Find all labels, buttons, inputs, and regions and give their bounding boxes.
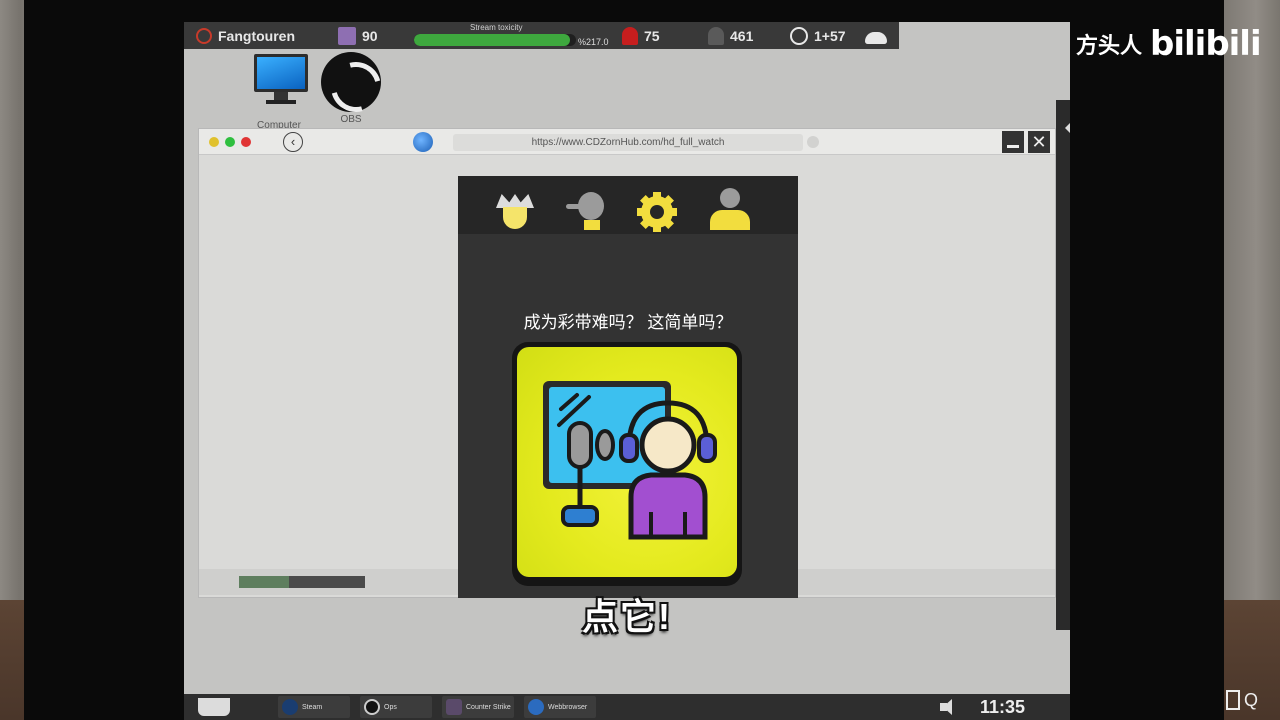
- jester-icon: [496, 194, 534, 208]
- stream-hud: Fangtouren 90 Stream toxicity %217.0 75 …: [184, 22, 899, 49]
- taskbar-app-ops[interactable]: Ops: [360, 696, 432, 718]
- hud-time: 1+57: [790, 26, 846, 46]
- counter-strike-icon: [446, 699, 462, 715]
- popup-tabs: [458, 176, 798, 234]
- video-progress-bar[interactable]: [239, 576, 365, 588]
- tab-jester[interactable]: [492, 186, 538, 232]
- taskbar-clock: 11:35: [980, 697, 1026, 717]
- streamer-microphone-headset-icon: [517, 347, 737, 577]
- taskbar-app-label: Webbrowser: [548, 703, 588, 711]
- gear-icon: [637, 192, 677, 232]
- desktop-icon-computer[interactable]: Computer: [244, 52, 314, 131]
- hud-viewers: 75: [622, 26, 660, 46]
- day-time: 1+57: [814, 28, 846, 44]
- start-button[interactable]: [198, 698, 230, 716]
- hud-channel: Fangtouren: [196, 26, 295, 46]
- jester-face: [503, 207, 527, 229]
- globe-icon: [528, 699, 544, 715]
- viewer-count: 75: [644, 28, 660, 44]
- back-button[interactable]: ‹: [283, 132, 303, 152]
- taskbar-app-label: Steam: [302, 703, 323, 711]
- follower-count: 461: [730, 28, 754, 44]
- emote-icon: [338, 27, 356, 45]
- minimize-button[interactable]: [1002, 131, 1024, 153]
- emote-count: 90: [362, 28, 378, 44]
- toxicity-meter: Stream toxicity %217.0: [414, 23, 614, 47]
- video-subtitle: 点它!: [582, 596, 672, 637]
- channel-name: Fangtouren: [218, 28, 295, 44]
- side-panel-handle[interactable]: [1056, 100, 1070, 630]
- taskbar-app-steam[interactable]: Steam: [278, 696, 350, 718]
- globe-icon: [413, 132, 433, 152]
- window-dot-red[interactable]: [241, 137, 251, 147]
- toxicity-label: Stream toxicity: [470, 23, 523, 32]
- toxicity-bar: [414, 34, 576, 46]
- tab-user[interactable]: [706, 186, 752, 232]
- hud-followers: 461: [708, 26, 753, 46]
- taskbar: Steam Ops Counter Strike Webbrowser 11:3…: [184, 694, 1070, 720]
- tab-head-profile[interactable]: [562, 186, 608, 232]
- follower-icon: [708, 27, 724, 45]
- room-wall-right: [1220, 0, 1280, 600]
- window-dot-yellow[interactable]: [209, 137, 219, 147]
- tab-settings[interactable]: [634, 186, 680, 232]
- watermark-author: 方头人: [1076, 33, 1143, 58]
- steam-icon: [282, 699, 298, 715]
- hud-weather: [865, 26, 887, 46]
- address-bar-end-icon: [807, 136, 819, 148]
- window-dot-green[interactable]: [225, 137, 235, 147]
- close-button[interactable]: ✕: [1028, 131, 1050, 153]
- cloud-icon: [865, 32, 887, 44]
- obs-icon: [364, 699, 380, 715]
- corner-icons: Q: [1226, 690, 1258, 711]
- head-neck: [584, 220, 600, 230]
- video-progress-fill: [239, 576, 290, 588]
- browser-titlebar: ‹ https://www.CDZornHub.com/hd_full_watc…: [199, 129, 1055, 155]
- desktop-icon-obs[interactable]: OBS: [316, 52, 386, 127]
- toxicity-value: %217.0: [578, 37, 609, 47]
- taskbar-app-label: Counter Strike: [466, 703, 511, 711]
- channel-icon: [196, 28, 212, 44]
- viewer-icon: [622, 27, 638, 45]
- obs-icon: [321, 52, 381, 112]
- streamer-card-button[interactable]: [512, 342, 742, 586]
- search-icon[interactable]: Q: [1244, 690, 1258, 711]
- speaker-icon[interactable]: [940, 698, 964, 716]
- streamer-popup: 成为彩带难吗？ 这简单吗？: [458, 176, 798, 598]
- popup-question: 成为彩带难吗？ 这简单吗？: [523, 313, 733, 332]
- user-body: [710, 210, 750, 230]
- bilibili-watermark: 方头人 bilibili: [1076, 24, 1262, 64]
- toxicity-fill: [414, 34, 570, 46]
- taskbar-app-counter-strike[interactable]: Counter Strike: [442, 696, 514, 718]
- user-icon: [720, 188, 740, 208]
- exit-door-icon[interactable]: [1226, 690, 1240, 710]
- taskbar-app-label: Ops: [384, 703, 397, 711]
- head-shape: [578, 192, 604, 220]
- taskbar-app-webbrowser[interactable]: Webbrowser: [524, 696, 596, 718]
- computer-icon: [250, 54, 308, 104]
- bilibili-logo: bilibili: [1150, 24, 1262, 64]
- address-bar[interactable]: https://www.CDZornHub.com/hd_full_watch: [453, 134, 803, 151]
- desktop-icon-label: OBS: [340, 114, 362, 125]
- clock-icon: [790, 27, 808, 45]
- hud-emotes: 90: [338, 26, 378, 46]
